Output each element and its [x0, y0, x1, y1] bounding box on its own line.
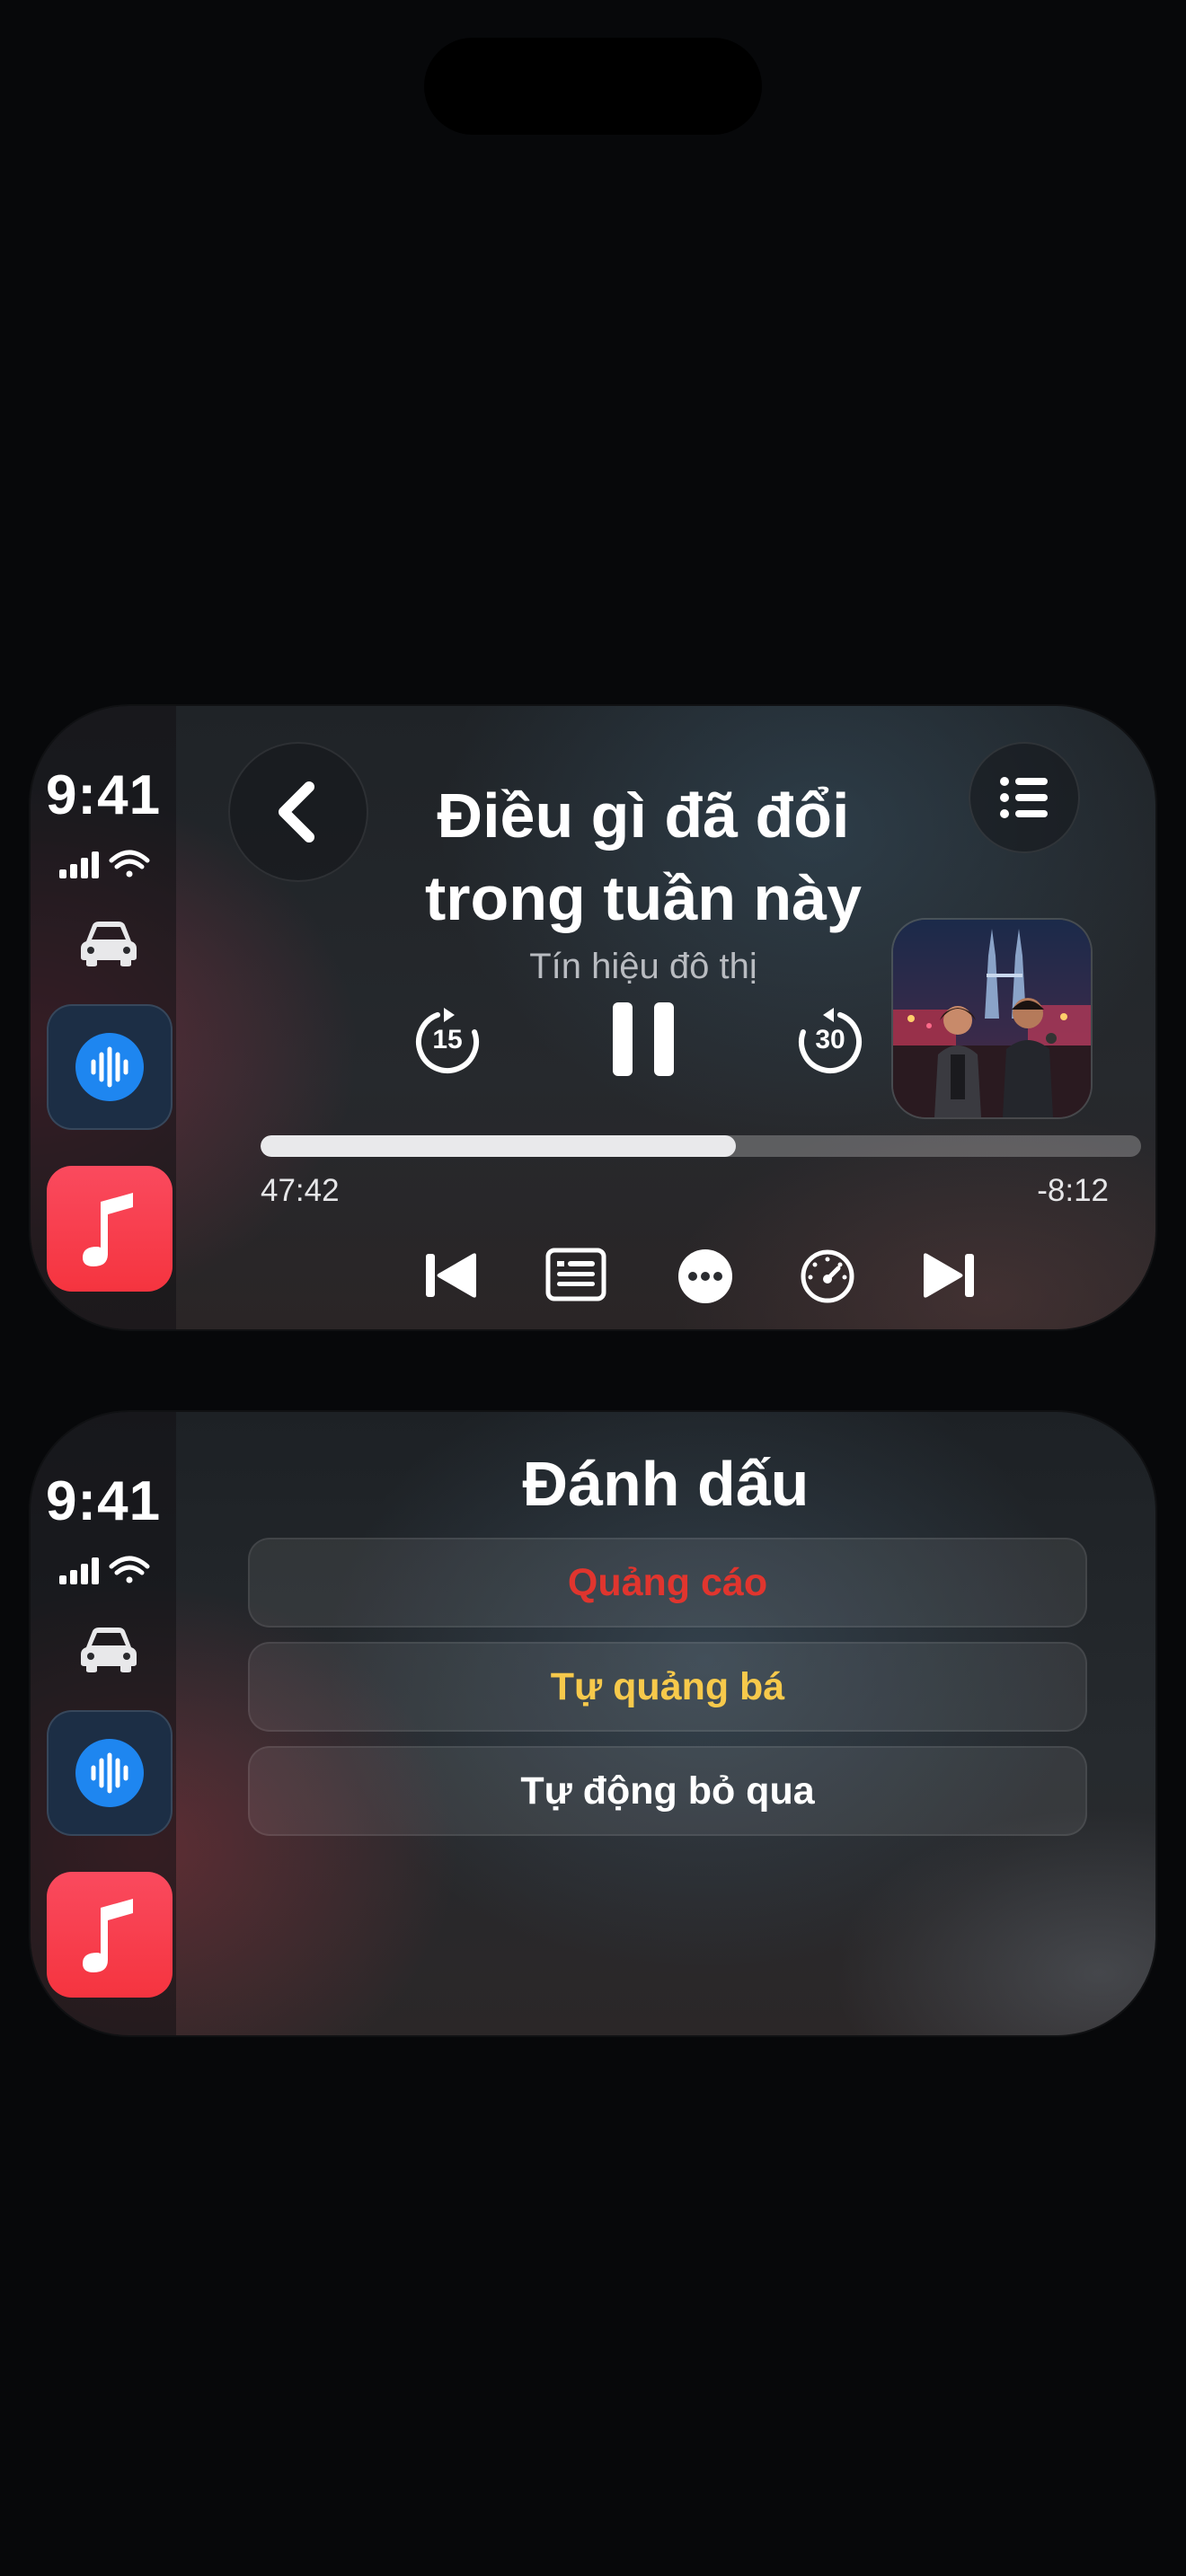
skip-back-15-button[interactable]: 15 [412, 1006, 483, 1078]
queue-list-icon [1000, 777, 1048, 818]
music-app-icon[interactable] [47, 1166, 173, 1292]
back-icon [279, 781, 314, 842]
playback-speed-button[interactable] [800, 1248, 855, 1304]
episode-title: Điều gì đã đổi trong tuần này [392, 774, 895, 940]
carplay-dock: 9:41 [31, 706, 176, 1329]
bookmark-content: Đánh dấu Quảng cáo Tự quảng bá Tự động b… [176, 1412, 1155, 2035]
remaining-time: -8:12 [1037, 1173, 1109, 1208]
waveform-icon [91, 1752, 128, 1794]
transcript-button[interactable] [544, 1245, 607, 1304]
signal-icon [59, 851, 99, 878]
artwork-image [893, 920, 1091, 1117]
previous-track-icon [426, 1253, 476, 1298]
dynamic-island [424, 38, 762, 135]
player-content: Điều gì đã đổi trong tuần này Tín hiệu đ… [176, 706, 1155, 1329]
now-playing-panel: 9:41 Điều gì đã đổi trong tuần này Tín h… [31, 706, 1155, 1329]
signal-wifi-status [59, 850, 150, 878]
waveform-icon [91, 1046, 128, 1088]
status-time: 9:41 [45, 1470, 162, 1532]
status-time: 9:41 [45, 764, 162, 826]
episode-title-line-1: Điều gì đã đổi [437, 781, 850, 851]
next-track-button[interactable] [918, 1248, 976, 1302]
bookmark-panel: 9:41 Đánh dấu Quảng cáo Tự quảng bá Tự đ… [31, 1412, 1155, 2035]
pause-icon [613, 1002, 674, 1076]
car-icon[interactable] [77, 1620, 140, 1674]
podcast-app-icon[interactable] [47, 1004, 173, 1130]
skip-forward-30-button[interactable]: 30 [794, 1006, 866, 1078]
progress-fill [261, 1135, 737, 1157]
wifi-icon [109, 1556, 150, 1584]
music-note-icon [83, 1899, 133, 1972]
podcast-app-icon[interactable] [47, 1710, 173, 1836]
bookmark-title: Đánh dấu [522, 1449, 810, 1519]
bookmark-option-self-promo[interactable]: Tự quảng bá [248, 1642, 1087, 1732]
more-icon [678, 1249, 732, 1303]
show-name: Tín hiệu đô thị [529, 947, 757, 986]
music-app-icon[interactable] [47, 1872, 173, 1998]
skip-back-15-label: 15 [432, 1025, 463, 1054]
episode-artwork[interactable] [893, 920, 1091, 1117]
signal-icon [59, 1557, 99, 1584]
skip-forward-30-label: 30 [815, 1025, 845, 1054]
back-button[interactable] [228, 742, 368, 882]
next-track-icon [924, 1253, 974, 1298]
bookmark-option-auto-skip[interactable]: Tự động bỏ qua [248, 1746, 1087, 1836]
progress-bar[interactable] [261, 1135, 1141, 1157]
signal-wifi-status [59, 1556, 150, 1584]
transcript-icon [545, 1248, 606, 1301]
playback-speed-icon [801, 1249, 854, 1303]
pause-button[interactable] [609, 999, 677, 1080]
car-icon[interactable] [77, 914, 140, 968]
queue-button[interactable] [969, 742, 1080, 853]
wifi-icon [109, 850, 150, 878]
music-note-icon [83, 1193, 133, 1266]
more-button[interactable] [677, 1248, 733, 1304]
episode-title-line-2: trong tuần này [424, 863, 863, 933]
previous-track-button[interactable] [424, 1248, 482, 1302]
bookmark-option-ads[interactable]: Quảng cáo [248, 1538, 1087, 1628]
carplay-dock: 9:41 [31, 1412, 176, 2035]
elapsed-time: 47:42 [261, 1173, 340, 1208]
